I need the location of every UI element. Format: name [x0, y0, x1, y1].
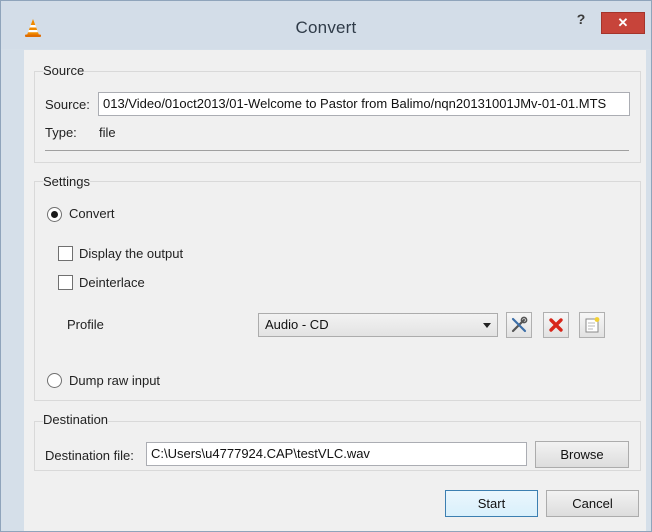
convert-label[interactable]: Convert [69, 206, 115, 221]
window-title: Convert [295, 18, 357, 37]
profile-dropdown[interactable]: Audio - CD [258, 313, 498, 337]
convert-dialog: Convert ? ✕ Source Source: 013/Video/01o… [0, 0, 652, 532]
source-divider [45, 150, 629, 151]
radio-selected-dot [51, 211, 58, 218]
settings-group-title: Settings [43, 174, 90, 189]
close-button[interactable]: ✕ [601, 12, 645, 34]
deinterlace-label[interactable]: Deinterlace [79, 275, 145, 290]
convert-radio[interactable] [47, 207, 62, 222]
delete-profile-button[interactable] [543, 312, 569, 338]
start-button[interactable]: Start [445, 490, 538, 517]
display-output-checkbox[interactable] [58, 246, 73, 261]
cancel-button[interactable]: Cancel [546, 490, 639, 517]
type-value: file [99, 125, 116, 140]
destination-file-label: Destination file: [45, 448, 134, 463]
type-label: Type: [45, 125, 77, 140]
source-label: Source: [45, 97, 90, 112]
dump-raw-label[interactable]: Dump raw input [69, 373, 160, 388]
new-document-icon [585, 317, 600, 333]
edit-profile-button[interactable] [506, 312, 532, 338]
source-group-title: Source [43, 63, 85, 78]
dump-raw-radio[interactable] [47, 373, 62, 388]
red-x-icon [549, 318, 563, 332]
profile-selected-value: Audio - CD [265, 317, 329, 332]
profile-label: Profile [67, 317, 104, 332]
browse-button[interactable]: Browse [535, 441, 629, 468]
new-profile-button[interactable] [579, 312, 605, 338]
chevron-down-icon [483, 323, 491, 328]
wrench-screwdriver-icon [511, 316, 528, 333]
help-button[interactable]: ? [569, 11, 593, 31]
deinterlace-checkbox[interactable] [58, 275, 73, 290]
title-bar[interactable]: Convert ? ✕ [1, 1, 651, 49]
destination-group-title: Destination [43, 412, 109, 427]
display-output-label[interactable]: Display the output [79, 246, 183, 261]
destination-file-field[interactable]: C:\Users\u4777924.CAP\testVLC.wav [146, 442, 527, 466]
settings-group [34, 181, 641, 401]
source-path-field[interactable]: 013/Video/01oct2013/01-Welcome to Pastor… [98, 92, 630, 116]
